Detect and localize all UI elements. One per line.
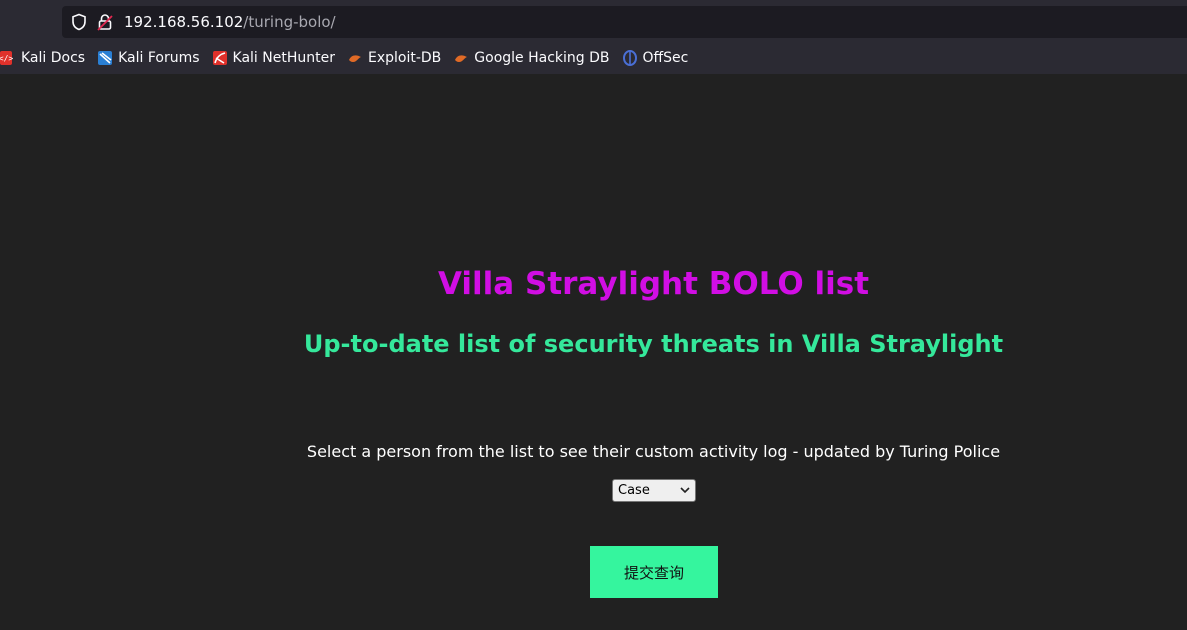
bookmark-google-hacking-db[interactable]: Google Hacking DB (453, 44, 610, 72)
person-select-value: Case (618, 483, 650, 498)
kali-nethunter-icon (212, 51, 227, 65)
kali-docs-icon: </> (0, 51, 13, 65)
bookmark-kali-docs[interactable]: </> Kali Docs (0, 44, 85, 72)
svg-text:</>: </> (0, 54, 13, 63)
bookmark-label: OffSec (642, 50, 689, 66)
bookmarks-toolbar: </> Kali Docs Kali Forums Kali NetHunter… (0, 42, 1187, 74)
google-hacking-db-icon (455, 55, 468, 62)
bookmark-kali-nethunter[interactable]: Kali NetHunter (212, 44, 335, 72)
browser-chrome: 192.168.56.102/turing-bolo/ </> Kali Doc… (0, 0, 1187, 74)
bookmark-kali-forums[interactable]: Kali Forums (97, 44, 200, 72)
bookmark-label: Google Hacking DB (474, 50, 610, 66)
bookmark-label: Exploit-DB (367, 50, 442, 66)
url-text[interactable]: 192.168.56.102/turing-bolo/ (124, 11, 336, 33)
bookmark-label: Kali Docs (21, 50, 86, 66)
chevron-down-icon (680, 487, 690, 494)
url-path: /turing-bolo/ (243, 13, 336, 31)
tracking-protection-shield-icon[interactable] (70, 13, 88, 31)
instruction-text: Select a person from the list to see the… (306, 442, 1001, 461)
person-select[interactable]: Case (612, 479, 696, 502)
page-content: Villa Straylight BOLO list Up-to-date li… (0, 74, 1187, 630)
address-bar[interactable]: 192.168.56.102/turing-bolo/ (62, 6, 1187, 38)
bookmark-exploit-db[interactable]: Exploit-DB (347, 44, 441, 72)
browser-toolbar: 192.168.56.102/turing-bolo/ (0, 0, 1187, 42)
insecure-lock-icon[interactable] (97, 13, 113, 31)
page-subtitle: Up-to-date list of security threats in V… (303, 330, 1004, 358)
submit-query-button[interactable]: 提交查询 (590, 546, 718, 598)
bookmark-label: Kali NetHunter (232, 50, 335, 66)
kali-forums-icon (98, 51, 113, 65)
offsec-icon (622, 50, 637, 66)
url-host: 192.168.56.102 (124, 13, 244, 31)
bookmark-offsec[interactable]: OffSec (622, 44, 689, 72)
exploit-db-icon (348, 55, 361, 62)
page-title: Villa Straylight BOLO list (437, 266, 870, 302)
bookmark-label: Kali Forums (118, 50, 200, 66)
